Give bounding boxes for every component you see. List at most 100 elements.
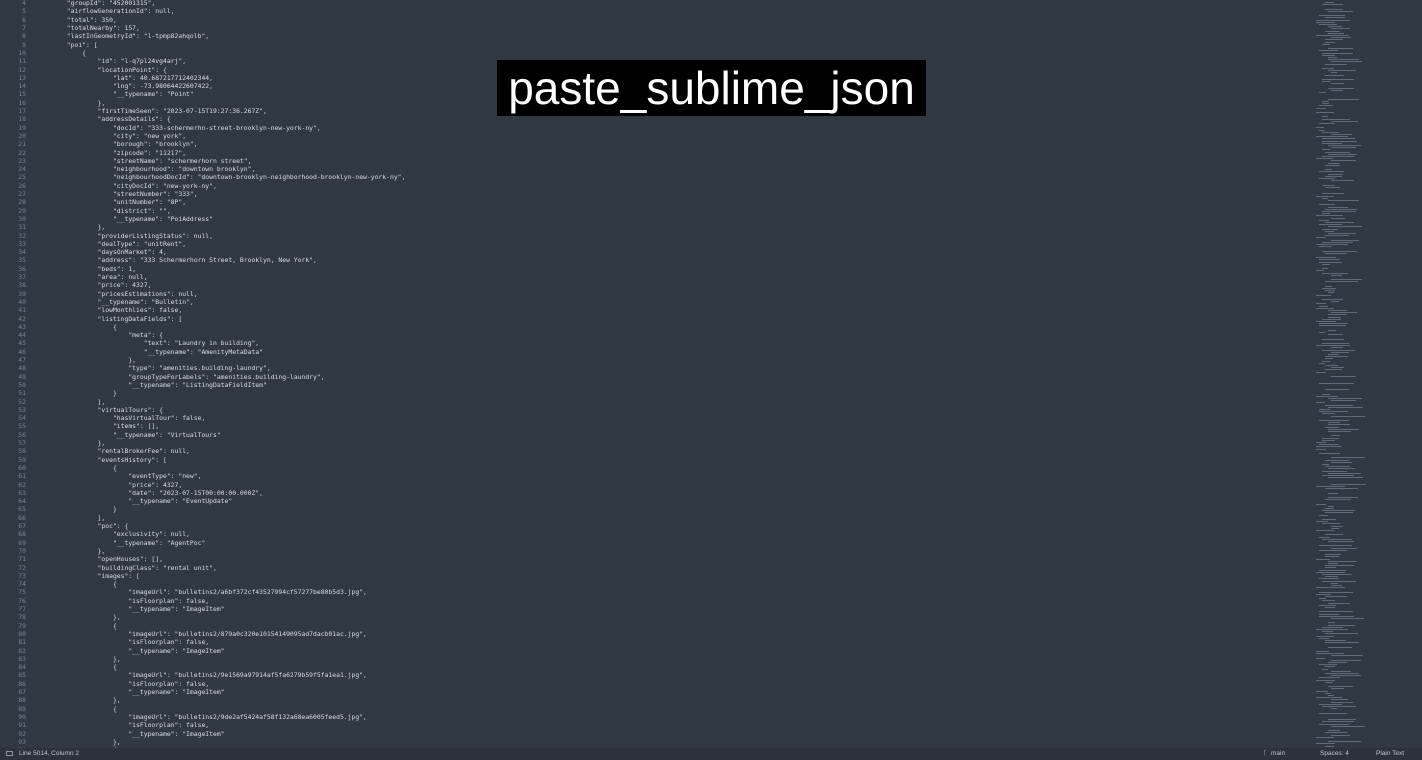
code-line[interactable]: "buildingClass": "rental unit", [36, 564, 217, 572]
code-line[interactable]: "dealType": "unitRent", [36, 240, 187, 248]
code-line[interactable]: "airflowGenerationId": null, [36, 7, 175, 15]
code-line[interactable]: "meta": { [36, 331, 163, 339]
code-line[interactable]: "rentalBrokerFee": null, [36, 447, 190, 455]
code-line[interactable]: "id": "l-q7pl24vg4arj", [36, 57, 187, 65]
code-line[interactable]: "groupId": "452001315", [36, 0, 156, 7]
code-line[interactable]: "listingDataFields": [ [36, 315, 183, 323]
code-line[interactable]: "__typename": "ImageItem" [36, 688, 224, 696]
code-line[interactable]: "imageUrl": "bulletins2/a6bf372cf4352799… [36, 588, 367, 596]
code-line[interactable]: "lat": 40.687217712402344, [36, 74, 213, 82]
code-line[interactable]: }, [36, 696, 121, 704]
code-line[interactable]: "totalNearby": 157, [36, 24, 140, 32]
code-line[interactable]: "openHouses": [], [36, 555, 163, 563]
code-line[interactable]: "cityDocId": "new-york-ny", [36, 182, 217, 190]
code-line[interactable]: "__typename": "EventUpdate" [36, 497, 232, 505]
code-line[interactable]: "docId": "333-schermerhn-street-brooklyn… [36, 124, 321, 132]
code-line[interactable]: "imageUrl": "bulletins2/9e1569a97914af5f… [36, 671, 367, 679]
code-line[interactable]: { [36, 323, 117, 331]
code-line[interactable]: "providerListingStatus": null, [36, 232, 213, 240]
code-line[interactable]: "exclusivity": null, [36, 530, 190, 538]
code-line[interactable]: "neighbourhoodDocId": "downtown-brooklyn… [36, 173, 405, 181]
code-line[interactable]: }, [36, 439, 106, 447]
code-line[interactable]: "firstTimeSeen": "2023-07-15T19:27:36.26… [36, 107, 267, 115]
code-line[interactable]: { [36, 705, 117, 713]
code-line[interactable]: "isFloorplan": false, [36, 680, 209, 688]
code-line[interactable]: }, [36, 655, 121, 663]
code-line[interactable]: "__typename": "ListingDataFieldItem" [36, 381, 267, 389]
code-line[interactable]: "__typename": "PoiAddress" [36, 215, 213, 223]
code-line[interactable]: "borough": "brooklyn", [36, 140, 198, 148]
code-line[interactable]: "__typename": "ImageItem" [36, 730, 224, 738]
code-line[interactable]: } [36, 505, 117, 513]
code-line[interactable]: "poc": { [36, 522, 129, 530]
sidebar-toggle-icon[interactable] [6, 751, 13, 756]
code-line[interactable]: { [36, 622, 117, 630]
code-line[interactable]: "isFloorplan": false, [36, 638, 209, 646]
code-line[interactable]: { [36, 464, 117, 472]
code-line[interactable]: "lng": -73.98064422607422, [36, 82, 213, 90]
code-line[interactable]: "streetName": "schermerhorn street", [36, 157, 252, 165]
code-line[interactable]: "virtualTours": { [36, 406, 163, 414]
indentation-setting[interactable]: Spaces: 4 [1320, 748, 1349, 760]
code-line[interactable]: "isFloorplan": false, [36, 597, 209, 605]
code-line[interactable]: "price": 4327, [36, 481, 182, 489]
code-line[interactable]: "__typename": "ImageItem" [36, 605, 224, 613]
code-line[interactable]: "daysOnMarket": 4, [36, 248, 167, 256]
code-line[interactable]: "lastInGeometryId": "l-tpmp82ahqolb", [36, 32, 209, 40]
code-line[interactable]: "imageUrl": "bulletins2/9de2af5424af58f1… [36, 713, 367, 721]
code-line[interactable]: "address": "333 Schermerhorn Street, Bro… [36, 256, 317, 264]
code-line[interactable]: "type": "amenities.building-laundry", [36, 364, 270, 372]
git-branch-label[interactable]: main [1271, 748, 1285, 760]
line-number: 52 [18, 397, 26, 406]
code-line[interactable]: "lowMonthlies": false, [36, 306, 183, 314]
code-line[interactable]: "images": [ [36, 572, 140, 580]
code-line[interactable]: "__typename": "AgentPoc" [36, 539, 205, 547]
code-line[interactable]: "unitNumber": "8P", [36, 198, 186, 206]
syntax-selector[interactable]: Plain Text [1376, 748, 1404, 760]
code-line[interactable]: ], [36, 398, 106, 406]
line-number: 51 [18, 389, 26, 398]
code-line[interactable]: "eventsHistory": [ [36, 456, 167, 464]
code-line[interactable]: }, [36, 223, 106, 231]
code-line[interactable]: "streetNumber": "333", [36, 190, 198, 198]
code-line[interactable]: }, [36, 613, 121, 621]
code-line[interactable]: "isFloorplan": false, [36, 721, 209, 729]
code-line[interactable]: "total": 350, [36, 16, 117, 24]
code-line[interactable]: "addressDetails": { [36, 115, 171, 123]
code-line[interactable]: { [36, 49, 86, 57]
minimap[interactable] [1312, 0, 1422, 748]
code-line[interactable]: }, [36, 99, 106, 107]
code-line[interactable]: "__typename": "Bulletin", [36, 298, 194, 306]
code-line[interactable]: "zipcode": "11217", [36, 149, 186, 157]
code-line[interactable]: }, [36, 547, 106, 555]
code-line[interactable]: "eventType": "new", [36, 472, 201, 480]
code-line[interactable]: "neighbourhood": "downtown brooklyn", [36, 165, 255, 173]
code-line[interactable]: "imageUrl": "bulletins2/879a0c320e101541… [36, 630, 367, 638]
code-line[interactable]: "__typename": "VirtualTours" [36, 431, 221, 439]
code-line[interactable]: "price": 4327, [36, 281, 152, 289]
code-line[interactable]: "date": "2023-07-15T00:00:00.000Z", [36, 489, 263, 497]
code-line[interactable]: }, [36, 738, 121, 746]
code-line[interactable]: } [36, 389, 117, 397]
code-line[interactable]: "hasVirtualTour": false, [36, 414, 205, 422]
code-line[interactable]: "area": null, [36, 273, 148, 281]
code-line[interactable]: "items": [], [36, 422, 159, 430]
minimap-line [1331, 312, 1357, 314]
code-line[interactable]: "locationPoint": { [36, 66, 167, 74]
code-line[interactable]: "poi": [ [36, 41, 98, 49]
code-line[interactable]: "groupTypeForLabels": "amenities.buildin… [36, 373, 324, 381]
code-line[interactable]: { [36, 663, 117, 671]
code-line[interactable]: "__typename": "AmenityMetaData" [36, 348, 263, 356]
code-line[interactable]: "__typename": "Point" [36, 90, 194, 98]
git-branch-icon[interactable]: ᚴ [1263, 748, 1267, 760]
code-line[interactable]: ], [36, 514, 106, 522]
code-line[interactable]: "city": "new york", [36, 132, 186, 140]
code-line[interactable]: "district": "", [36, 207, 171, 215]
code-line[interactable]: }, [36, 356, 136, 364]
minimap-line [1319, 123, 1335, 124]
code-line[interactable]: "text": "Laundry in building", [36, 339, 259, 347]
code-line[interactable]: "pricesEstimations": null, [36, 290, 198, 298]
code-line[interactable]: "__typename": "ImageItem" [36, 647, 224, 655]
code-line[interactable]: { [36, 580, 117, 588]
code-line[interactable]: "beds": 1, [36, 265, 137, 273]
